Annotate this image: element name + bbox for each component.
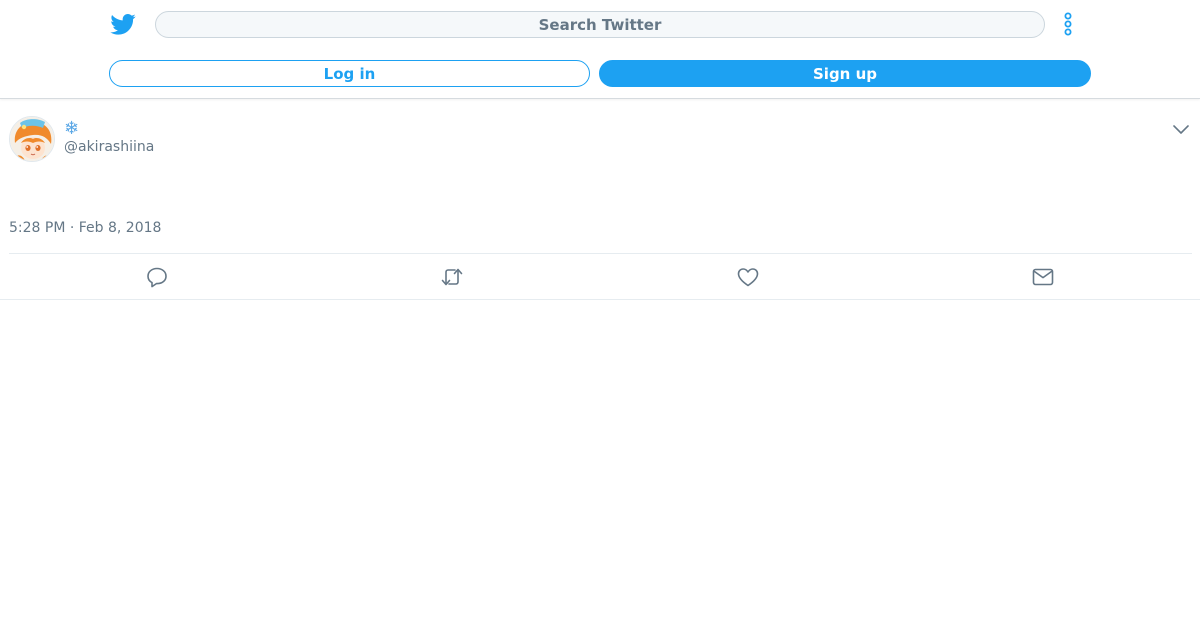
twitter-bird-icon[interactable] (110, 11, 136, 37)
avatar[interactable] (9, 116, 55, 162)
display-name[interactable]: ❄ (64, 118, 79, 139)
search-input[interactable]: Search Twitter (155, 11, 1045, 38)
search-placeholder: Search Twitter (538, 15, 662, 34)
chevron-down-icon[interactable] (1172, 122, 1190, 136)
divider (9, 253, 1192, 254)
more-vertical-icon[interactable] (1058, 10, 1078, 38)
top-bar: Search Twitter Log in Sign up (0, 0, 1200, 99)
tweet-card: ❄ @akirashiina 5:28 PM · Feb 8, 2018 (0, 100, 1200, 300)
user-handle[interactable]: @akirashiina (64, 139, 154, 155)
login-button[interactable]: Log in (109, 60, 590, 87)
envelope-icon[interactable] (1031, 265, 1055, 289)
tweet-timestamp[interactable]: 5:28 PM · Feb 8, 2018 (9, 220, 161, 236)
signup-button-label: Sign up (813, 64, 877, 83)
avatar-image (10, 117, 54, 161)
signup-button[interactable]: Sign up (599, 60, 1091, 87)
reply-icon[interactable] (145, 265, 169, 289)
heart-icon[interactable] (736, 265, 760, 289)
login-button-label: Log in (323, 64, 376, 83)
retweet-icon[interactable] (440, 265, 464, 289)
